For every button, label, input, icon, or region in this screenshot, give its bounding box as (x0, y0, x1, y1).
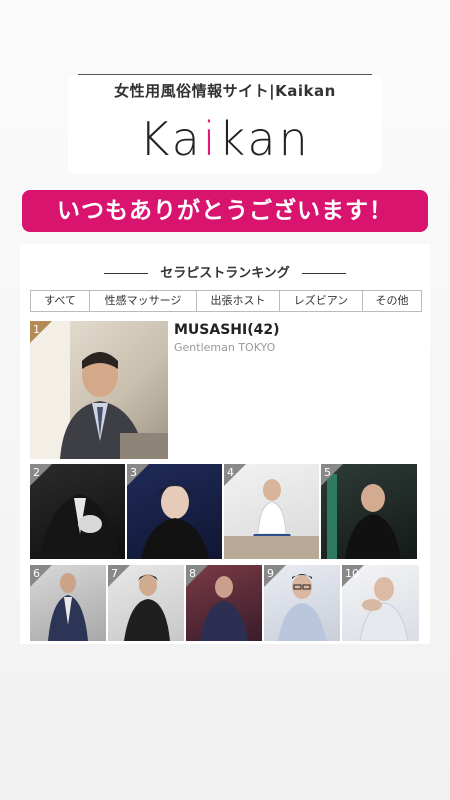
thank-you-banner: いつもありがとうございます！ (22, 190, 428, 232)
rank-9-number: 9 (267, 567, 274, 580)
title-rule-right (301, 273, 346, 274)
tab-other[interactable]: その他 (363, 291, 421, 311)
rank-1-name[interactable]: MUSASHI(42) (174, 322, 280, 338)
tab-all[interactable]: すべて (31, 291, 90, 311)
tab-lesbian[interactable]: レズビアン (280, 291, 363, 311)
rank-7-photo[interactable]: 7 (108, 565, 184, 641)
rank-1-photo[interactable]: 1 (30, 321, 168, 459)
rank-2-number: 2 (33, 466, 40, 479)
ranking-title-text: セラピストランキング (160, 266, 290, 281)
logo-text-accent: i (202, 112, 219, 166)
header-divider (78, 74, 372, 75)
rank-8-photo[interactable]: 8 (186, 565, 262, 641)
rank-4-photo[interactable]: 4 (224, 464, 319, 559)
rank-8-number: 8 (189, 567, 196, 580)
tab-massage[interactable]: 性感マッサージ (90, 291, 197, 311)
ranking-title: セラピストランキング (20, 262, 430, 281)
rank-6-number: 6 (33, 567, 40, 580)
rank-3-photo[interactable]: 3 (127, 464, 222, 559)
rank-3-number: 3 (130, 466, 137, 479)
ranking-panel: セラピストランキング すべて 性感マッサージ 出張ホスト レズビアン その他 1… (20, 244, 430, 644)
logo-text-end: kan (218, 112, 311, 166)
rank-2-photo[interactable]: 2 (30, 464, 125, 559)
rank-6-photo[interactable]: 6 (30, 565, 106, 641)
rank-5-number: 5 (324, 466, 331, 479)
rank-9-photo[interactable]: 9 (264, 565, 340, 641)
rank-7-number: 7 (111, 567, 118, 580)
kaikan-logo[interactable]: Kaikan (68, 114, 382, 164)
rank-10-number: 10 (345, 567, 359, 580)
rank-1-number: 1 (33, 323, 40, 336)
rank-5-photo[interactable]: 5 (321, 464, 417, 559)
title-rule-left (104, 273, 149, 274)
category-tabs: すべて 性感マッサージ 出張ホスト レズビアン その他 (30, 290, 422, 312)
tab-host[interactable]: 出張ホスト (197, 291, 280, 311)
site-header-card[interactable]: 女性用風俗情報サイト|Kaikan Kaikan (68, 74, 382, 174)
rank-10-photo[interactable]: 10 (342, 565, 419, 641)
rank-4-number: 4 (227, 466, 234, 479)
site-title: 女性用風俗情報サイト|Kaikan (114, 82, 336, 100)
rank-1-shop[interactable]: Gentleman TOKYO (174, 341, 275, 354)
logo-text-start: Ka (139, 112, 203, 166)
